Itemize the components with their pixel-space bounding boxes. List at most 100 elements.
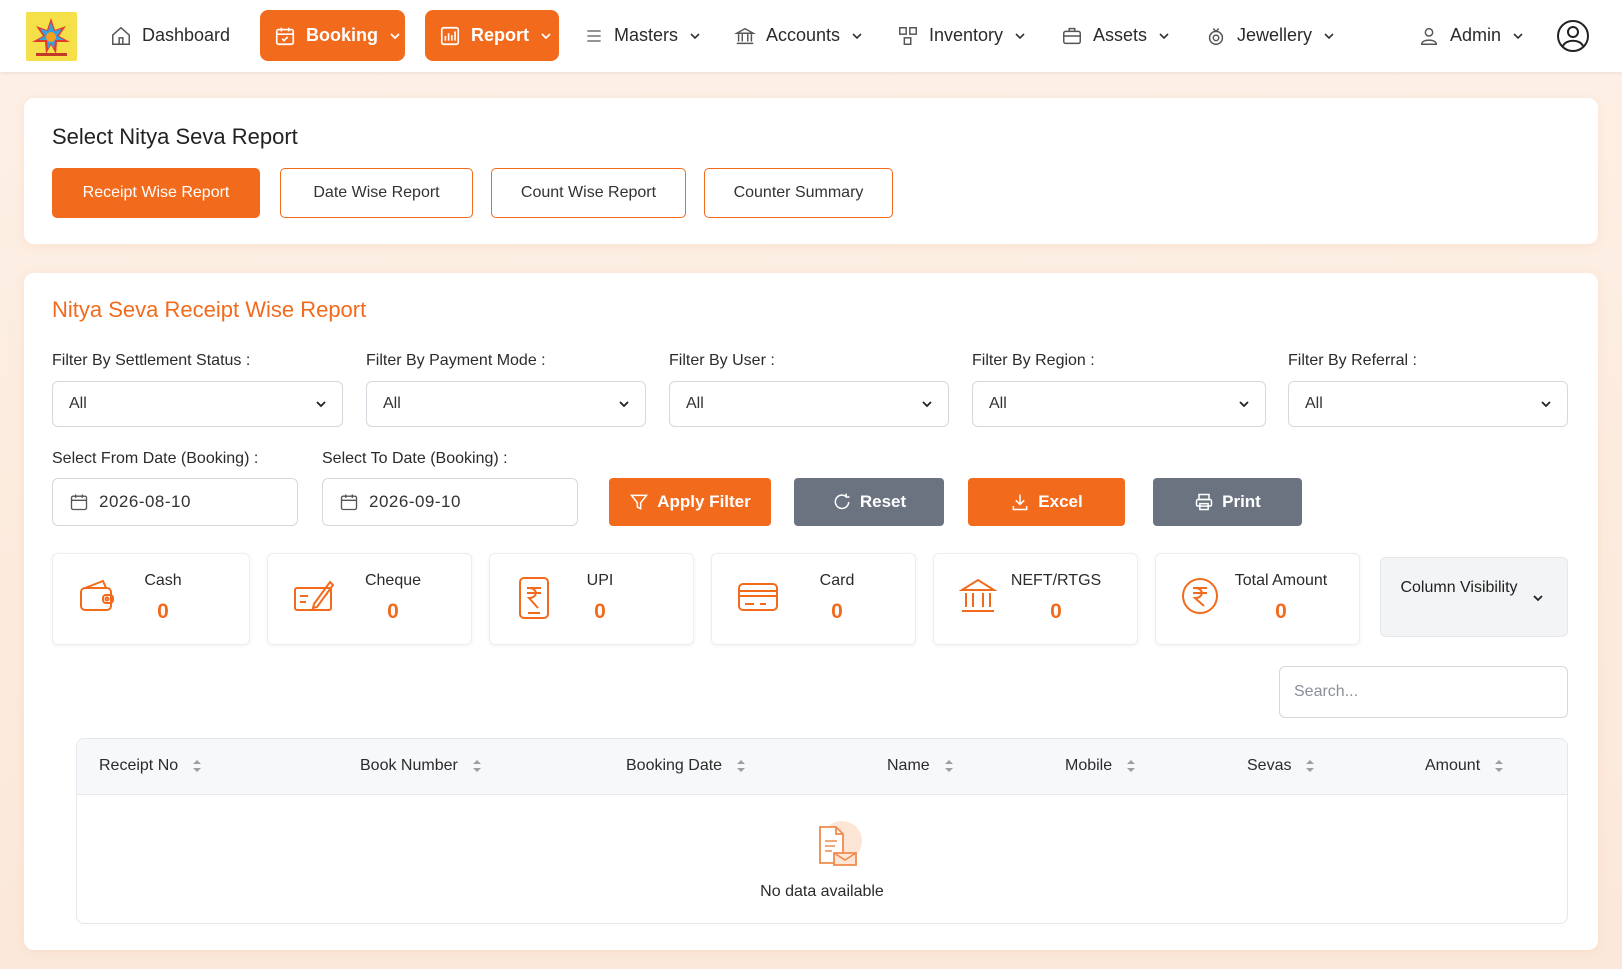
column-header-label: Mobile	[1065, 757, 1113, 774]
report-selector-title: Select Nitya Seva Report	[52, 124, 298, 149]
referral-value: All	[1305, 395, 1323, 412]
nav-jewellery[interactable]: Jewellery	[1205, 10, 1336, 61]
stat-neft-label: NEFT/RTGS	[1010, 572, 1102, 589]
stat-upi-value: 0	[594, 600, 606, 623]
user-value: All	[686, 395, 704, 412]
column-visibility-label: Column Visibility	[1400, 579, 1518, 596]
nav-masters[interactable]: Masters	[584, 10, 702, 61]
print-button[interactable]: Print	[1153, 478, 1302, 526]
column-header-label: Amount	[1425, 757, 1481, 774]
calendar-icon	[275, 27, 295, 45]
bank-icon	[734, 27, 756, 44]
temple-logo[interactable]	[26, 12, 77, 61]
nav-report[interactable]: Report	[425, 10, 559, 61]
calendar-icon	[70, 494, 88, 511]
payment-mode-label: Filter By Payment Mode :	[366, 352, 546, 369]
nav-assets-label: Assets	[1093, 25, 1148, 45]
print-label: Print	[1222, 492, 1261, 511]
sort-icon	[472, 760, 481, 772]
tab-receipt-wise-report[interactable]: Receipt Wise Report	[52, 168, 260, 218]
download-icon	[1012, 494, 1028, 511]
search-placeholder: Search...	[1294, 683, 1359, 700]
chevron-down-icon	[1239, 401, 1249, 408]
chevron-down-icon	[619, 401, 629, 408]
reset-label: Reset	[859, 492, 907, 511]
chevron-down-icon	[1513, 32, 1523, 39]
stat-total-value: 0	[1275, 600, 1287, 623]
referral-select[interactable]: All	[1288, 381, 1568, 427]
region-select[interactable]: All	[972, 381, 1266, 427]
search-input[interactable]: Search...	[1279, 666, 1568, 718]
nav-accounts-label: Accounts	[766, 25, 841, 45]
nav-masters-label: Masters	[614, 25, 679, 45]
filter-icon	[630, 494, 649, 510]
from-date-input[interactable]: 2026-08-10	[52, 478, 298, 526]
column-header-label: Sevas	[1247, 757, 1292, 774]
nav-booking[interactable]: Booking	[260, 10, 405, 61]
nav-dashboard[interactable]: Dashboard	[110, 10, 230, 61]
column-header-label: Book Number	[360, 757, 458, 774]
column-header-sevas[interactable]: Sevas	[1247, 757, 1315, 775]
payment-mode-value: All	[383, 395, 401, 412]
chevron-down-icon	[1324, 32, 1334, 39]
sort-icon	[1127, 760, 1136, 772]
chevron-down-icon	[541, 32, 551, 39]
nav-report-label: Report	[471, 25, 529, 45]
chevron-down-icon	[1533, 595, 1543, 602]
profile-avatar-icon[interactable]	[1556, 19, 1590, 58]
sort-icon	[737, 760, 746, 772]
nav-admin[interactable]: Admin	[1418, 10, 1525, 61]
stat-card-value: 0	[831, 600, 843, 623]
receipt-report-card: Nitya Seva Receipt Wise Report Filter By…	[24, 273, 1598, 950]
sort-icon	[193, 760, 202, 772]
column-header-book-number[interactable]: Book Number	[360, 757, 482, 775]
tab-counter-summary[interactable]: Counter Summary	[704, 168, 893, 218]
column-header-mobile[interactable]: Mobile	[1065, 757, 1136, 775]
payment-mode-select[interactable]: All	[366, 381, 646, 427]
nav-accounts[interactable]: Accounts	[734, 10, 864, 61]
table-header: Receipt No Book Number Booking Date Name…	[77, 739, 1567, 795]
column-header-booking-date[interactable]: Booking Date	[626, 757, 746, 775]
nav-dashboard-label: Dashboard	[142, 25, 231, 45]
column-visibility-button[interactable]: Column Visibility	[1380, 557, 1568, 637]
excel-button[interactable]: Excel	[968, 478, 1125, 526]
nav-inventory-label: Inventory	[929, 25, 1004, 45]
column-header-name[interactable]: Name	[887, 757, 954, 775]
nav-inventory[interactable]: Inventory	[897, 10, 1027, 61]
column-header-amount[interactable]: Amount	[1425, 757, 1504, 775]
chevron-down-icon	[316, 401, 326, 408]
tab-date-wise-report[interactable]: Date Wise Report	[280, 168, 473, 218]
to-date-input[interactable]: 2026-09-10	[322, 478, 578, 526]
settlement-status-value: All	[69, 395, 87, 412]
report-title: Nitya Seva Receipt Wise Report	[52, 297, 367, 322]
apply-filter-button[interactable]: Apply Filter	[609, 478, 771, 526]
chevron-down-icon	[922, 401, 932, 408]
from-date-label: Select From Date (Booking) :	[52, 450, 259, 467]
home-icon	[112, 26, 130, 45]
column-header-label: Receipt No	[99, 757, 179, 774]
stat-cash-label: Cash	[144, 572, 182, 589]
column-header-receipt-no[interactable]: Receipt No	[99, 757, 202, 775]
nav-admin-label: Admin	[1450, 25, 1502, 45]
briefcase-icon	[1063, 27, 1081, 44]
user-select[interactable]: All	[669, 381, 949, 427]
receipt-table: Receipt No Book Number Booking Date Name…	[76, 738, 1568, 924]
nav-assets[interactable]: Assets	[1061, 10, 1171, 61]
reset-button[interactable]: Reset	[794, 478, 944, 526]
sort-icon	[1306, 760, 1315, 772]
settlement-status-select[interactable]: All	[52, 381, 343, 427]
list-icon	[587, 29, 601, 42]
stat-upi: UPI 0	[489, 553, 694, 645]
chevron-down-icon	[1541, 401, 1551, 408]
stat-card-label: Card	[819, 572, 855, 589]
to-date-value: 2026-09-10	[369, 492, 461, 511]
settlement-status-label: Filter By Settlement Status :	[52, 352, 251, 369]
report-selector-card: Select Nitya Seva Report Receipt Wise Re…	[24, 98, 1598, 244]
apply-filter-label: Apply Filter	[657, 492, 751, 511]
stat-total-label: Total Amount	[1234, 572, 1328, 589]
top-navbar: Dashboard Booking Report Masters Account…	[0, 0, 1622, 72]
tab-count-wise-report[interactable]: Count Wise Report	[491, 168, 686, 218]
empty-data-icon	[810, 817, 864, 876]
sort-icon	[1495, 760, 1504, 772]
chevron-down-icon	[852, 32, 862, 39]
